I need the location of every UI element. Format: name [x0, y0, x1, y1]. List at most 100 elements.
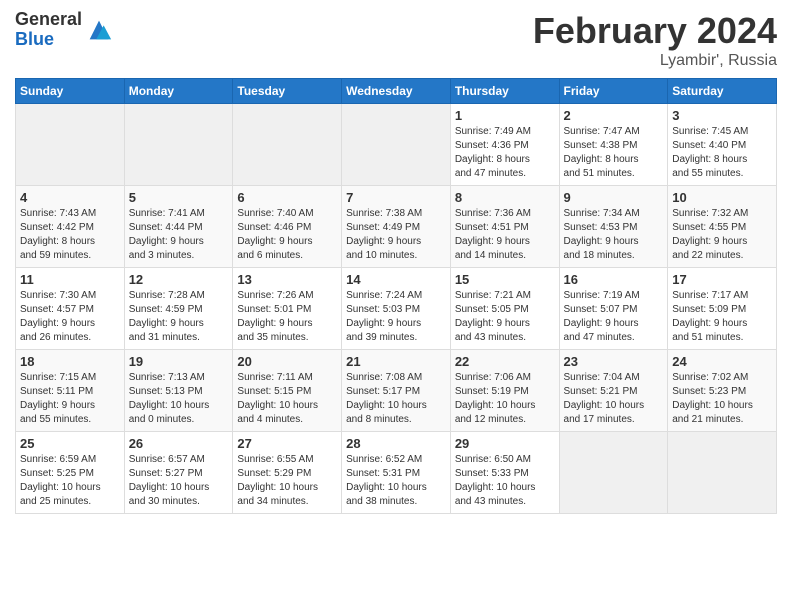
calendar-cell: 17 Sunrise: 7:17 AM Sunset: 5:09 PM Dayli… [668, 268, 777, 350]
calendar-cell: 23Sunrise: 7:04 AM Sunset: 5:21 PM Dayli… [559, 350, 668, 432]
title-area: February 2024 Lyambir', Russia [533, 10, 777, 70]
calendar-cell: 11 Sunrise: 7:30 AM Sunset: 4:57 PM Dayli… [16, 268, 125, 350]
day-info: Sunrise: 7:11 AM Sunset: 5:15 PM Dayligh… [237, 371, 337, 427]
day-info: Sunrise: 7:21 AM Sunset: 5:05 PM Dayligh… [455, 289, 555, 345]
calendar-cell: 19 Sunrise: 7:13 AM Sunset: 5:13 PM Dayli… [124, 350, 233, 432]
calendar-cell [16, 104, 125, 186]
calendar-cell: 22Sunrise: 7:06 AM Sunset: 5:19 PM Dayli… [450, 350, 559, 432]
day-number: 10 [672, 190, 772, 205]
calendar-cell [668, 432, 777, 514]
day-number: 5 [129, 190, 229, 205]
day-number: 24 [672, 354, 772, 369]
title-month: February 2024 [533, 10, 777, 52]
calendar-cell: 15 Sunrise: 7:21 AM Sunset: 5:05 PM Dayli… [450, 268, 559, 350]
header-sunday: Sunday [16, 79, 125, 104]
day-info: Sunrise: 7:30 AM Sunset: 4:57 PM Dayligh… [20, 289, 120, 345]
header-thursday: Thursday [450, 79, 559, 104]
calendar-cell: 8 Sunrise: 7:36 AM Sunset: 4:51 PM Daylig… [450, 186, 559, 268]
day-number: 22 [455, 354, 555, 369]
calendar-cell: 12 Sunrise: 7:28 AM Sunset: 4:59 PM Dayli… [124, 268, 233, 350]
day-number: 29 [455, 436, 555, 451]
day-info: Sunrise: 6:55 AM Sunset: 5:29 PM Dayligh… [237, 453, 337, 509]
calendar-cell [342, 104, 451, 186]
day-number: 27 [237, 436, 337, 451]
day-number: 8 [455, 190, 555, 205]
calendar-cell: 5 Sunrise: 7:41 AM Sunset: 4:44 PM Daylig… [124, 186, 233, 268]
day-info: Sunrise: 7:43 AM Sunset: 4:42 PM Dayligh… [20, 207, 120, 263]
calendar-cell: 21 Sunrise: 7:08 AM Sunset: 5:17 PM Dayli… [342, 350, 451, 432]
day-info: Sunrise: 7:40 AM Sunset: 4:46 PM Dayligh… [237, 207, 337, 263]
day-info: Sunrise: 7:26 AM Sunset: 5:01 PM Dayligh… [237, 289, 337, 345]
day-info: Sunrise: 6:50 AM Sunset: 5:33 PM Dayligh… [455, 453, 555, 509]
page-header: General Blue February 2024 Lyambir', Rus… [15, 10, 777, 70]
day-number: 26 [129, 436, 229, 451]
calendar-cell: 25Sunrise: 6:59 AM Sunset: 5:25 PM Dayli… [16, 432, 125, 514]
day-info: Sunrise: 7:47 AM Sunset: 4:38 PM Dayligh… [564, 125, 664, 181]
calendar-cell: 18Sunrise: 7:15 AM Sunset: 5:11 PM Dayli… [16, 350, 125, 432]
calendar-cell: 10 Sunrise: 7:32 AM Sunset: 4:55 PM Dayli… [668, 186, 777, 268]
day-number: 9 [564, 190, 664, 205]
calendar-cell: 16Sunrise: 7:19 AM Sunset: 5:07 PM Dayli… [559, 268, 668, 350]
day-info: Sunrise: 7:17 AM Sunset: 5:09 PM Dayligh… [672, 289, 772, 345]
logo-general: General [15, 10, 82, 30]
day-info: Sunrise: 7:15 AM Sunset: 5:11 PM Dayligh… [20, 371, 120, 427]
day-number: 17 [672, 272, 772, 287]
header-friday: Friday [559, 79, 668, 104]
calendar-cell [233, 104, 342, 186]
day-info: Sunrise: 7:02 AM Sunset: 5:23 PM Dayligh… [672, 371, 772, 427]
day-number: 11 [20, 272, 120, 287]
day-number: 28 [346, 436, 446, 451]
calendar-cell: 28 Sunrise: 6:52 AM Sunset: 5:31 PM Dayli… [342, 432, 451, 514]
calendar-cell: 14Sunrise: 7:24 AM Sunset: 5:03 PM Dayli… [342, 268, 451, 350]
calendar-cell: 29 Sunrise: 6:50 AM Sunset: 5:33 PM Dayli… [450, 432, 559, 514]
calendar-cell: 1 Sunrise: 7:49 AM Sunset: 4:36 PM Daylig… [450, 104, 559, 186]
day-info: Sunrise: 6:59 AM Sunset: 5:25 PM Dayligh… [20, 453, 120, 509]
calendar-week-1: 4 Sunrise: 7:43 AM Sunset: 4:42 PM Daylig… [16, 186, 777, 268]
day-info: Sunrise: 7:08 AM Sunset: 5:17 PM Dayligh… [346, 371, 446, 427]
header-monday: Monday [124, 79, 233, 104]
calendar-header-row: SundayMondayTuesdayWednesdayThursdayFrid… [16, 79, 777, 104]
calendar-week-4: 25Sunrise: 6:59 AM Sunset: 5:25 PM Dayli… [16, 432, 777, 514]
day-info: Sunrise: 6:52 AM Sunset: 5:31 PM Dayligh… [346, 453, 446, 509]
calendar-cell: 27 Sunrise: 6:55 AM Sunset: 5:29 PM Dayli… [233, 432, 342, 514]
day-info: Sunrise: 7:32 AM Sunset: 4:55 PM Dayligh… [672, 207, 772, 263]
logo-icon [85, 16, 113, 44]
day-number: 3 [672, 108, 772, 123]
day-number: 20 [237, 354, 337, 369]
calendar-week-2: 11 Sunrise: 7:30 AM Sunset: 4:57 PM Dayli… [16, 268, 777, 350]
day-number: 2 [564, 108, 664, 123]
header-tuesday: Tuesday [233, 79, 342, 104]
day-number: 7 [346, 190, 446, 205]
calendar-cell: 9 Sunrise: 7:34 AM Sunset: 4:53 PM Daylig… [559, 186, 668, 268]
day-number: 23 [564, 354, 664, 369]
day-number: 19 [129, 354, 229, 369]
day-info: Sunrise: 7:13 AM Sunset: 5:13 PM Dayligh… [129, 371, 229, 427]
day-number: 4 [20, 190, 120, 205]
day-number: 6 [237, 190, 337, 205]
day-number: 1 [455, 108, 555, 123]
calendar-cell: 6 Sunrise: 7:40 AM Sunset: 4:46 PM Daylig… [233, 186, 342, 268]
logo-blue: Blue [15, 30, 82, 50]
calendar-cell: 20 Sunrise: 7:11 AM Sunset: 5:15 PM Dayli… [233, 350, 342, 432]
day-number: 14 [346, 272, 446, 287]
day-number: 16 [564, 272, 664, 287]
calendar-cell [559, 432, 668, 514]
day-number: 15 [455, 272, 555, 287]
day-info: Sunrise: 7:41 AM Sunset: 4:44 PM Dayligh… [129, 207, 229, 263]
day-info: Sunrise: 6:57 AM Sunset: 5:27 PM Dayligh… [129, 453, 229, 509]
day-number: 12 [129, 272, 229, 287]
day-info: Sunrise: 7:34 AM Sunset: 4:53 PM Dayligh… [564, 207, 664, 263]
logo: General Blue [15, 10, 113, 50]
calendar-cell: 24 Sunrise: 7:02 AM Sunset: 5:23 PM Dayli… [668, 350, 777, 432]
day-info: Sunrise: 7:28 AM Sunset: 4:59 PM Dayligh… [129, 289, 229, 345]
calendar-cell: 13 Sunrise: 7:26 AM Sunset: 5:01 PM Dayli… [233, 268, 342, 350]
day-info: Sunrise: 7:45 AM Sunset: 4:40 PM Dayligh… [672, 125, 772, 181]
day-info: Sunrise: 7:36 AM Sunset: 4:51 PM Dayligh… [455, 207, 555, 263]
calendar-table: SundayMondayTuesdayWednesdayThursdayFrid… [15, 78, 777, 514]
header-wednesday: Wednesday [342, 79, 451, 104]
day-number: 21 [346, 354, 446, 369]
day-info: Sunrise: 7:49 AM Sunset: 4:36 PM Dayligh… [455, 125, 555, 181]
calendar-cell: 3 Sunrise: 7:45 AM Sunset: 4:40 PM Daylig… [668, 104, 777, 186]
day-number: 13 [237, 272, 337, 287]
calendar-cell [124, 104, 233, 186]
